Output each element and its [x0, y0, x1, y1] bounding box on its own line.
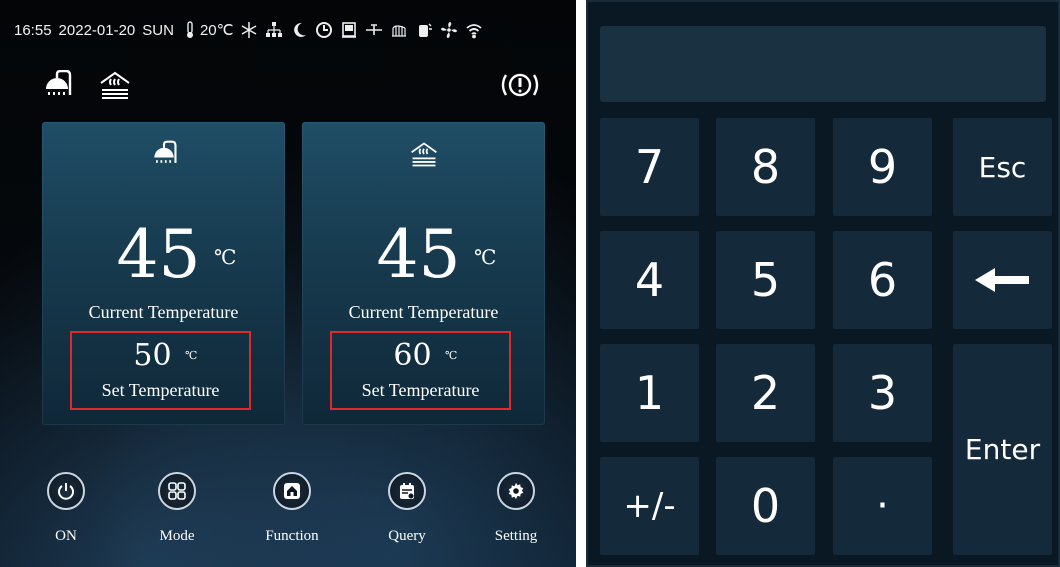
- floor-heating-icon: [409, 140, 439, 168]
- valve-icon: [365, 21, 383, 39]
- keypad-display: [600, 26, 1046, 102]
- numeric-keypad: 7 8 9 Esc 4 5 6 1 2 3 Enter +/- 0 ·: [586, 0, 1060, 567]
- set-temperature-box[interactable]: 50 ℃ Set Temperature: [70, 331, 251, 410]
- on-label: ON: [55, 528, 77, 544]
- fan-icon: [440, 21, 458, 39]
- calendar-icon: [388, 472, 426, 510]
- set-temperature-unit: ℃: [445, 349, 458, 362]
- set-temperature-unit: ℃: [185, 349, 198, 362]
- current-temperature-label: Current Temperature: [348, 302, 499, 322]
- clock-icon: [315, 21, 333, 39]
- unit-icon: [340, 21, 358, 39]
- decimal-key[interactable]: ·: [833, 457, 932, 555]
- backspace-arrow-icon: [974, 268, 1029, 292]
- moon-icon: [290, 21, 308, 39]
- current-temperature-value: 45: [376, 216, 461, 293]
- key-5[interactable]: 5: [716, 231, 815, 329]
- key-7[interactable]: 7: [600, 118, 699, 216]
- grid-icon: [158, 472, 196, 510]
- on-button[interactable]: ON: [26, 472, 106, 552]
- status-bar: 16:55 2022-01-20 SUN 20℃: [14, 18, 570, 42]
- key-3[interactable]: 3: [833, 344, 932, 442]
- current-temperature-unit: ℃: [474, 245, 497, 269]
- key-1[interactable]: 1: [600, 344, 699, 442]
- key-2[interactable]: 2: [716, 344, 815, 442]
- key-6[interactable]: 6: [833, 231, 932, 329]
- key-9[interactable]: 9: [833, 118, 932, 216]
- setting-label: Setting: [494, 528, 538, 544]
- set-temperature-value: 60: [393, 338, 432, 373]
- query-label: Query: [388, 528, 426, 544]
- alarm-icon[interactable]: [500, 70, 540, 100]
- current-temperature-label: Current Temperature: [88, 302, 239, 322]
- floor-heating-card[interactable]: 45 ℃ Current Temperature 60 ℃ Set Temper…: [302, 122, 545, 425]
- esc-key[interactable]: Esc: [953, 118, 1052, 216]
- hot-water-card[interactable]: 45 ℃ Current Temperature 50 ℃ Set Temper…: [42, 122, 285, 425]
- controller-panel: 16:55 2022-01-20 SUN 20℃ 45 ℃ Current Te…: [0, 0, 576, 567]
- enter-key[interactable]: Enter: [953, 344, 1052, 555]
- set-temperature-value: 50: [133, 338, 172, 373]
- setting-button[interactable]: Setting: [476, 472, 556, 552]
- set-temperature-label: Set Temperature: [101, 380, 220, 400]
- heater-icon: [390, 21, 408, 39]
- date: 2022-01-20: [58, 21, 136, 39]
- snowflake-icon: [240, 21, 258, 39]
- clock-time: 16:55: [14, 21, 52, 39]
- sign-key[interactable]: +/-: [600, 457, 699, 555]
- key-0[interactable]: 0: [716, 457, 815, 555]
- gear-icon: [497, 472, 535, 510]
- wifi-icon: [465, 21, 483, 39]
- home-icon: [273, 472, 311, 510]
- backspace-key[interactable]: [953, 231, 1052, 329]
- network-icon: [265, 21, 283, 39]
- function-label: Function: [265, 528, 319, 544]
- mode-label: Mode: [159, 528, 195, 544]
- floor-heating-icon[interactable]: [98, 70, 132, 100]
- shower-icon[interactable]: [40, 69, 74, 100]
- thermometer-icon: [181, 21, 199, 39]
- key-4[interactable]: 4: [600, 231, 699, 329]
- set-temperature-box[interactable]: 60 ℃ Set Temperature: [330, 331, 511, 410]
- tank-icon: [415, 21, 433, 39]
- query-button[interactable]: Query: [367, 472, 447, 552]
- key-8[interactable]: 8: [716, 118, 815, 216]
- function-button[interactable]: Function: [252, 472, 332, 552]
- set-temperature-label: Set Temperature: [361, 380, 480, 400]
- current-temperature-unit: ℃: [214, 245, 237, 269]
- outdoor-temp: 20℃: [199, 22, 234, 39]
- current-temperature-value: 45: [116, 216, 201, 293]
- mode-button[interactable]: Mode: [137, 472, 217, 552]
- shower-icon: [149, 140, 179, 168]
- power-icon: [47, 472, 85, 510]
- weekday: SUN: [142, 21, 174, 39]
